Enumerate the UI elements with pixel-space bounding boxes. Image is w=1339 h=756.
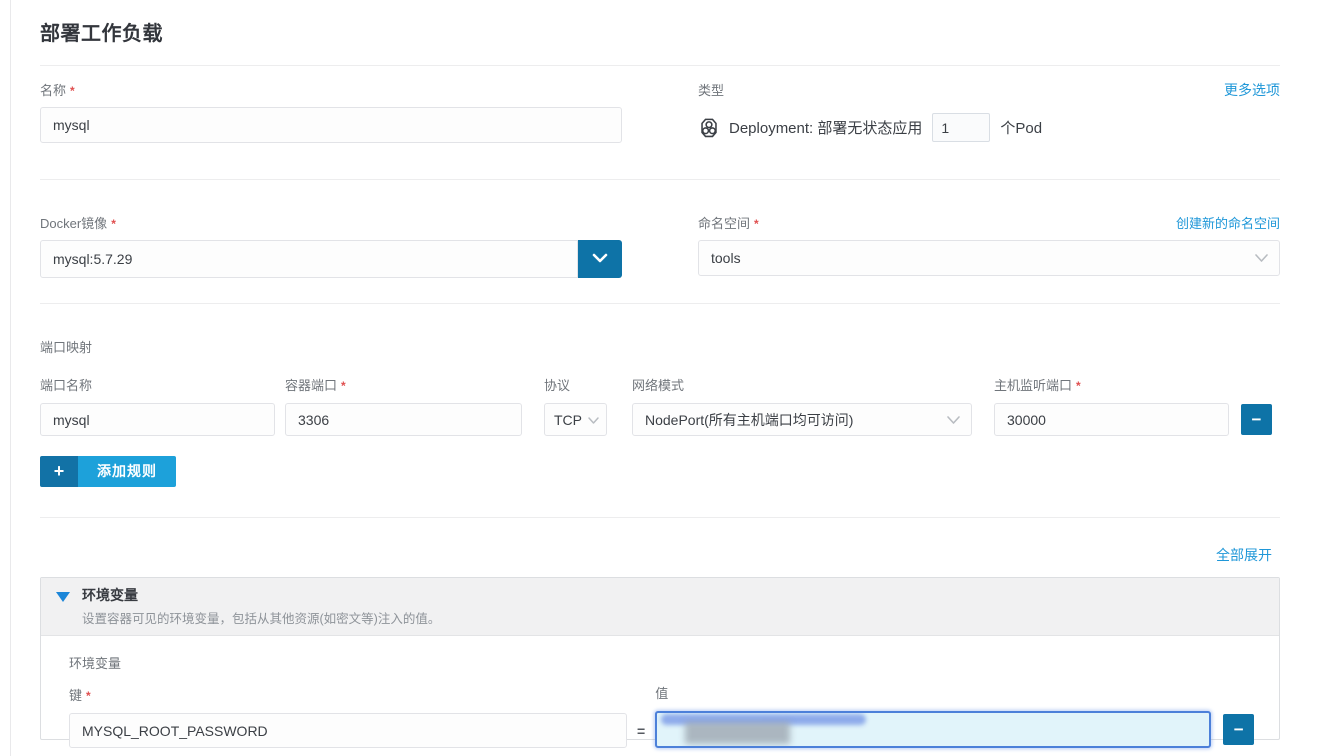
required-asterisk: * — [341, 379, 346, 393]
chevron-down-icon — [1254, 250, 1269, 266]
remove-env-var-button[interactable]: − — [1223, 714, 1255, 745]
deployment-type-text: Deployment: 部署无状态应用 — [729, 120, 923, 137]
divider — [40, 65, 1280, 66]
env-key-label: 键 * — [69, 688, 91, 703]
remove-port-rule-button[interactable]: − — [1241, 404, 1272, 435]
expand-all-link[interactable]: 全部展开 — [1216, 547, 1272, 563]
port-mapping-section-label: 端口映射 — [40, 340, 93, 355]
required-asterisk: * — [70, 84, 75, 98]
namespace-label: 命名空间 * — [698, 216, 759, 231]
container-port-input[interactable] — [285, 403, 522, 436]
env-section-subtitle: 设置容器可见的环境变量，包括从其他资源(如密文等)注入的值。 — [82, 612, 441, 626]
minus-icon: − — [1251, 410, 1262, 429]
host-port-input[interactable] — [994, 403, 1229, 436]
required-asterisk: * — [111, 217, 116, 231]
env-group-label: 环境变量 — [69, 656, 122, 671]
required-asterisk: * — [754, 217, 759, 231]
network-mode-label: 网络模式 — [632, 378, 685, 393]
container-port-label: 容器端口 * — [285, 378, 346, 393]
chevron-down-icon — [587, 412, 600, 428]
create-namespace-link[interactable]: 创建新的命名空间 — [1176, 213, 1280, 232]
chevron-down-icon — [592, 252, 608, 267]
name-input[interactable] — [40, 107, 622, 143]
divider — [40, 179, 1280, 180]
deployment-icon — [698, 117, 720, 139]
redacted-value-blur — [685, 722, 791, 744]
port-rule-row: 端口名称 容器端口* 协议 TCP 网络模式 — [40, 375, 1280, 436]
host-port-label: 主机监听端口 * — [994, 378, 1081, 393]
env-var-row: 键* = 值 − — [69, 683, 1261, 748]
add-rule-label: 添加规则 — [78, 456, 176, 487]
deploy-workload-page: 部署工作负载 名称* 类型 更多选项 — [0, 0, 1339, 756]
env-section-title: 环境变量 — [82, 587, 138, 603]
env-section-header[interactable]: 环境变量 设置容器可见的环境变量，包括从其他资源(如密文等)注入的值。 — [41, 578, 1279, 636]
namespace-select[interactable]: tools — [698, 240, 1280, 276]
page-title: 部署工作负载 — [40, 23, 163, 45]
divider — [40, 303, 1280, 304]
plus-icon: + — [40, 456, 78, 487]
env-vars-section: 环境变量 设置容器可见的环境变量，包括从其他资源(如密文等)注入的值。 环境变量… — [40, 577, 1280, 748]
env-value-label: 值 — [655, 686, 669, 701]
panel-edge-divider — [10, 0, 11, 756]
protocol-label: 协议 — [544, 378, 571, 393]
type-label: 类型 — [698, 83, 725, 98]
name-label: 名称 * — [40, 83, 75, 98]
protocol-select[interactable]: TCP — [544, 403, 607, 436]
equals-sign: = — [637, 723, 646, 739]
add-rule-button[interactable]: + 添加规则 — [40, 456, 176, 487]
image-dropdown-button[interactable] — [578, 240, 622, 278]
docker-image-label: Docker镜像 * — [40, 216, 116, 231]
port-name-input[interactable] — [40, 403, 275, 436]
env-value-input[interactable] — [655, 711, 1212, 748]
docker-image-input[interactable] — [40, 240, 578, 278]
chevron-down-icon — [946, 412, 961, 428]
env-key-input[interactable] — [69, 713, 627, 748]
required-asterisk: * — [1076, 379, 1081, 393]
port-name-label: 端口名称 — [40, 378, 93, 393]
more-options-link[interactable]: 更多选项 — [1224, 80, 1280, 100]
pod-suffix-text: 个Pod — [1000, 120, 1043, 137]
divider — [40, 517, 1280, 518]
collapse-triangle-icon — [56, 592, 70, 602]
required-asterisk: * — [86, 689, 91, 703]
pod-scale-input[interactable] — [932, 113, 991, 142]
network-mode-select[interactable]: NodePort(所有主机端口均可访问) — [632, 403, 972, 436]
minus-icon: − — [1233, 720, 1244, 739]
